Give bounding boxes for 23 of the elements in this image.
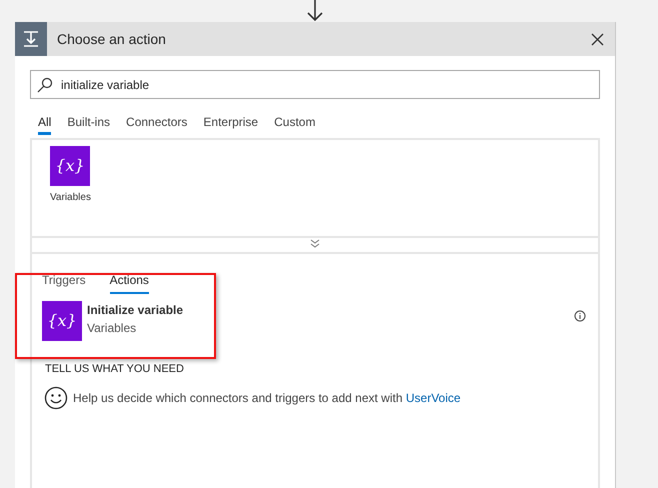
variables-icon: {x} [50, 146, 90, 186]
down-arrow-icon [307, 0, 323, 22]
category-tab[interactable]: Custom [274, 111, 316, 135]
connector-label: Variables [50, 191, 91, 205]
search-icon [37, 77, 53, 93]
smiley-icon [44, 386, 68, 410]
category-tab[interactable]: Connectors [126, 111, 188, 135]
search-field[interactable]: initialize variable [30, 70, 600, 99]
category-tab[interactable]: Enterprise [203, 111, 258, 135]
result-title[interactable]: Initialize variable [87, 301, 184, 319]
result-tab[interactable]: Actions [110, 268, 149, 294]
uservoice-link[interactable]: UserVoice [406, 390, 461, 404]
dialog-title: Choose an action [57, 30, 166, 48]
category-tab[interactable]: Built-ins [67, 111, 110, 135]
feedback-heading: TELL US WHAT YOU NEED [45, 362, 185, 377]
info-icon[interactable] [574, 310, 586, 322]
close-button[interactable] [589, 31, 605, 47]
result-subtitle: Variables [87, 320, 138, 337]
double-chevron-icon [310, 239, 320, 249]
feedback-text: Help us decide which connectors and triggers to add next with UserVoice [73, 390, 461, 406]
variables-icon: {x} [42, 301, 82, 341]
category-tab[interactable]: All [38, 111, 52, 135]
result-tab[interactable]: Triggers [42, 268, 86, 294]
